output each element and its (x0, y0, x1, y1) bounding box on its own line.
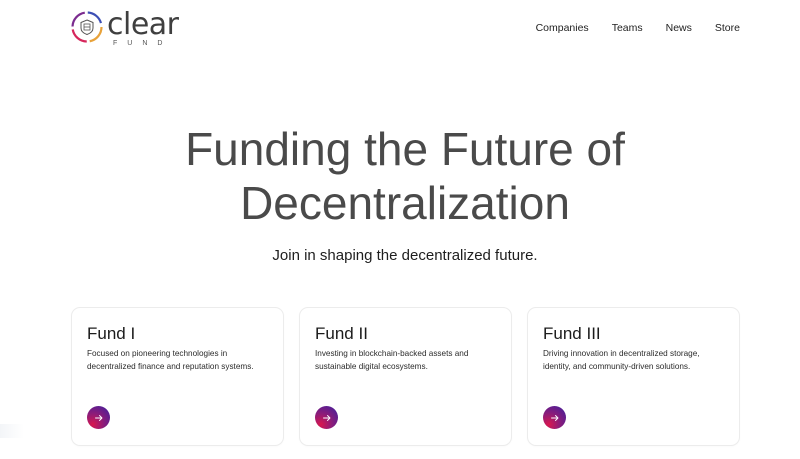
fund-card-description: Driving innovation in decentralized stor… (543, 348, 733, 373)
arrow-right-icon (94, 414, 102, 421)
fund-3-arrow-button[interactable] (543, 406, 566, 429)
nav-link-companies[interactable]: Companies (536, 22, 589, 34)
fund-1-arrow-button[interactable] (87, 406, 110, 429)
fund-2-arrow-button[interactable] (315, 406, 338, 429)
logo-subtitle: FUND (113, 40, 173, 47)
fund-card-1: Fund I Focused on pioneering technologie… (71, 307, 284, 446)
hero-title: Funding the Future of Decentralization (0, 122, 800, 230)
hero-subtitle: Join in shaping the decentralized future… (272, 247, 538, 264)
fund-card-description: Focused on pioneering technologies in de… (87, 348, 277, 373)
fund-card-2: Fund II Investing in blockchain-backed a… (299, 307, 512, 446)
clear-fund-logo-icon (71, 11, 103, 43)
fund-card-title: Fund I (87, 324, 136, 343)
nav-link-teams[interactable]: Teams (612, 22, 643, 34)
arrow-right-icon (550, 414, 558, 421)
fund-card-title: Fund III (543, 324, 601, 343)
fund-card-description-line: decentralized finance and reputation sys… (87, 361, 254, 371)
hero-title-line-2: Decentralization (240, 177, 570, 229)
fund-card-description-line: identity, and community-driven solutions… (543, 361, 691, 371)
fund-card-description: Investing in blockchain-backed assets an… (315, 348, 505, 373)
nav-link-store[interactable]: Store (715, 22, 740, 34)
edge-fade-decoration (0, 424, 24, 438)
arrow-right-icon (322, 414, 330, 421)
fund-card-description-line: sustainable digital ecosystems. (315, 361, 428, 371)
fund-card-description-line: Focused on pioneering technologies in (87, 349, 228, 358)
main-nav: Companies Teams News Store (536, 22, 740, 34)
logo-link[interactable]: clear FUND (70, 10, 179, 47)
nav-link-news[interactable]: News (666, 22, 692, 34)
fund-card-description-line: Driving innovation in decentralized stor… (543, 349, 700, 358)
fund-card-3: Fund III Driving innovation in decentral… (527, 307, 740, 446)
page: clear FUND Companies Teams News Store Fu… (0, 0, 800, 459)
fund-card-description-line: Investing in blockchain-backed assets an… (315, 349, 469, 358)
logo-text: clear FUND (107, 7, 179, 48)
hero-title-line-1: Funding the Future of (185, 123, 625, 175)
fund-card-title: Fund II (315, 324, 368, 343)
logo-wordmark: clear (107, 7, 179, 42)
